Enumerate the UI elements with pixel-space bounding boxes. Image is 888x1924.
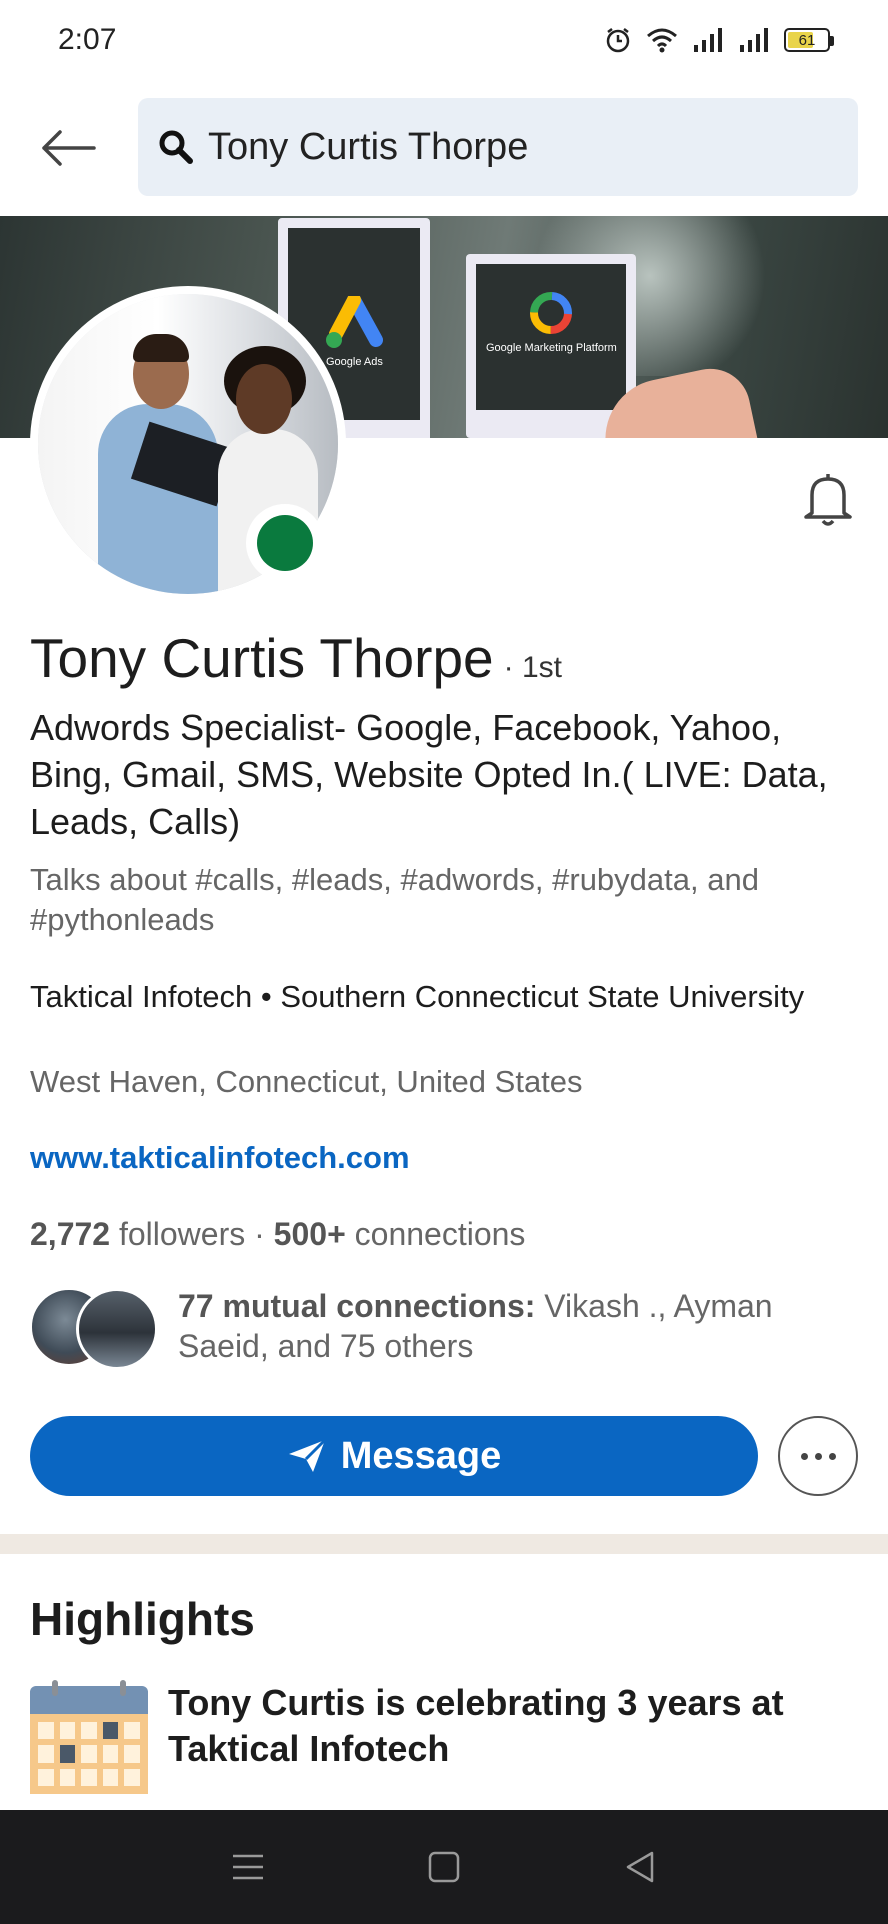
- mutual-connections-count: 77 mutual connections:: [178, 1288, 536, 1324]
- connections-label: connections: [354, 1216, 526, 1252]
- connection-degree: · 1st: [503, 651, 562, 684]
- followers-count: 2,772: [30, 1216, 111, 1252]
- profile-name: Tony Curtis Thorpe: [30, 627, 494, 689]
- message-label: Message: [340, 1434, 502, 1477]
- mutual-connections-text: 77 mutual connections: Vikash ., Ayman S…: [178, 1286, 860, 1366]
- profile-stats[interactable]: 2,772 followers · 500+ connections: [30, 1216, 525, 1253]
- triangle-back-icon: [626, 1851, 654, 1883]
- status-bar: 2:07 61: [0, 0, 888, 80]
- back-button[interactable]: [38, 118, 98, 178]
- status-time: 2:07: [58, 23, 117, 56]
- website-link[interactable]: www.takticalinfotech.com: [30, 1140, 410, 1176]
- talks-about: Talks about #calls, #leads, #adwords, #r…: [30, 862, 759, 937]
- section-divider: [0, 1534, 888, 1554]
- mutual-connections[interactable]: 77 mutual connections: Vikash ., Ayman S…: [30, 1284, 860, 1370]
- stats-separator: ·: [254, 1216, 265, 1252]
- google-marketing-platform-label: Google Marketing Platform: [486, 342, 617, 354]
- home-nav-button[interactable]: [404, 1837, 484, 1897]
- search-input[interactable]: Tony Curtis Thorpe: [138, 98, 858, 196]
- highlight-item[interactable]: Tony Curtis is celebrating 3 years at Ta…: [30, 1680, 860, 1794]
- message-button[interactable]: Message: [30, 1416, 758, 1496]
- search-query: Tony Curtis Thorpe: [208, 125, 529, 168]
- send-icon: [288, 1438, 326, 1472]
- highlights-title: Highlights: [30, 1593, 255, 1645]
- bell-icon: [804, 474, 852, 526]
- back-nav-button[interactable]: [600, 1837, 680, 1897]
- work-education[interactable]: Taktical Infotech • Southern Connecticut…: [30, 976, 860, 1017]
- battery-icon: 61: [784, 28, 834, 52]
- connections-count: 500+: [273, 1216, 346, 1252]
- search-icon: [159, 130, 193, 164]
- highlight-text: Tony Curtis is celebrating 3 years at Ta…: [168, 1682, 784, 1769]
- status-icons: 61: [604, 26, 834, 54]
- more-options-button[interactable]: [778, 1416, 858, 1496]
- mutual-avatars: [30, 1284, 160, 1370]
- avatar: [76, 1288, 158, 1370]
- system-nav-bar: [0, 1810, 888, 1924]
- followers-label: followers: [118, 1216, 246, 1252]
- battery-level: 61: [798, 31, 816, 49]
- signal-icon: [694, 28, 722, 52]
- calendar-icon: [30, 1680, 148, 1794]
- wifi-icon: [647, 28, 677, 53]
- profile-name-row: Tony Curtis Thorpe · 1st: [30, 626, 562, 690]
- profile-location: West Haven, Connecticut, United States: [30, 1064, 583, 1099]
- menu-icon: [233, 1854, 263, 1880]
- online-status-indicator: [246, 504, 324, 582]
- menu-nav-button[interactable]: [208, 1837, 288, 1897]
- profile-headline: Adwords Specialist- Google, Facebook, Ya…: [30, 707, 828, 842]
- notification-bell-button[interactable]: [790, 464, 866, 534]
- square-icon: [428, 1851, 460, 1883]
- signal-icon: [740, 28, 768, 52]
- search-header: Tony Curtis Thorpe: [0, 98, 888, 198]
- google-marketing-platform-logo-icon: [530, 292, 572, 334]
- arrow-left-icon: [42, 130, 96, 166]
- alarm-icon: [606, 28, 630, 53]
